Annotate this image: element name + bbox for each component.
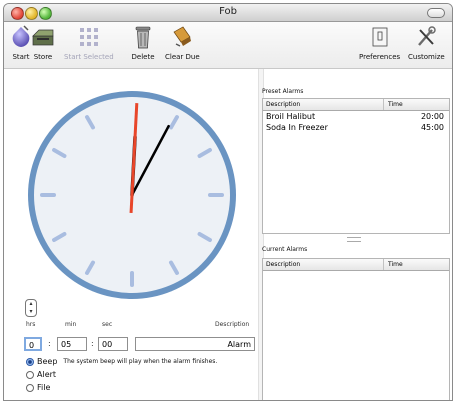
minutes-field[interactable]: 05 [57, 337, 87, 351]
analog-clock [28, 91, 236, 299]
beep-radio-label: Beep [37, 357, 58, 366]
preset-table-header: Description Time [263, 99, 449, 111]
column-header-time[interactable]: Time [388, 261, 403, 268]
start-label: Start [12, 53, 30, 61]
timer-panel: ▴ ▾ hrs min sec Description 0 : 05 : 00 A… [4, 69, 258, 400]
seconds-field[interactable]: 00 [98, 337, 128, 351]
store-label: Store [33, 53, 53, 61]
description-field[interactable]: Alarm [135, 337, 255, 351]
clear-due-label: Clear Due [165, 53, 200, 61]
split-view-handle[interactable] [347, 237, 361, 242]
toolbar: Start Store Start Selected Delete Clear … [4, 22, 452, 69]
colon-separator: : [91, 339, 94, 348]
beep-note: The system beep will play when the alarm… [63, 358, 218, 365]
colon-separator: : [48, 339, 51, 348]
description-label: Description [215, 321, 250, 328]
preset-alarms-table[interactable]: Description Time Broil Halibut 20:00 Sod… [262, 98, 450, 234]
trash-icon [130, 24, 156, 50]
column-header-description[interactable]: Description [266, 261, 300, 268]
current-alarms-title: Current Alarms [262, 246, 308, 253]
hours-field[interactable]: 0 [24, 337, 42, 351]
preferences-icon [367, 24, 393, 50]
alarm-time: 45:00 [420, 123, 444, 132]
customize-icon [413, 24, 439, 50]
alarm-description: Soda In Freezer [266, 123, 328, 132]
alarm-time: 20:00 [420, 112, 444, 121]
store-button[interactable]: Store [30, 24, 56, 61]
preferences-label: Preferences [359, 53, 401, 61]
store-icon [30, 24, 56, 50]
delete-label: Delete [131, 53, 155, 61]
alarms-panel: Preset Alarms Description Time Broil Hal… [262, 69, 452, 400]
window-title: Fob [219, 6, 237, 17]
toolbar-toggle-button[interactable] [427, 8, 445, 18]
min-label: min [65, 321, 77, 328]
current-table-header: Description Time [263, 259, 449, 271]
preferences-button[interactable]: Preferences [359, 24, 400, 61]
fob-window: Fob Start Store Start Selected Delete Cl… [3, 3, 453, 401]
clear-due-icon [169, 24, 195, 50]
alarm-description: Broil Halibut [266, 112, 316, 121]
beep-radio[interactable]: Beep The system beep will play when the … [26, 357, 217, 366]
table-row[interactable]: Soda In Freezer 45:00 [263, 122, 449, 133]
time-stepper[interactable]: ▴ ▾ [25, 299, 37, 317]
preset-alarms-title: Preset Alarms [262, 88, 304, 95]
file-radio-label: File [37, 383, 51, 392]
title-bar: Fob [4, 4, 452, 22]
start-selected-button[interactable]: Start Selected [64, 24, 114, 61]
delete-button[interactable]: Delete [130, 24, 156, 61]
table-row[interactable]: Broil Halibut 20:00 [263, 111, 449, 122]
hrs-label: hrs [26, 321, 36, 328]
file-radio[interactable]: File [26, 383, 50, 392]
radio-indicator [26, 370, 34, 379]
sec-label: sec [102, 321, 113, 328]
radio-indicator [26, 383, 34, 392]
customize-button[interactable]: Customize [408, 24, 445, 61]
alert-radio[interactable]: Alert [26, 370, 56, 379]
alert-radio-label: Alert [37, 370, 57, 379]
current-alarms-table[interactable]: Description Time [262, 258, 450, 400]
column-header-time[interactable]: Time [388, 101, 403, 108]
customize-label: Customize [408, 53, 445, 61]
radio-selected-indicator [26, 357, 34, 366]
start-selected-label: Start Selected [64, 53, 114, 61]
grid-icon [76, 24, 102, 50]
column-header-description[interactable]: Description [266, 101, 300, 108]
clear-due-button[interactable]: Clear Due [165, 24, 200, 61]
